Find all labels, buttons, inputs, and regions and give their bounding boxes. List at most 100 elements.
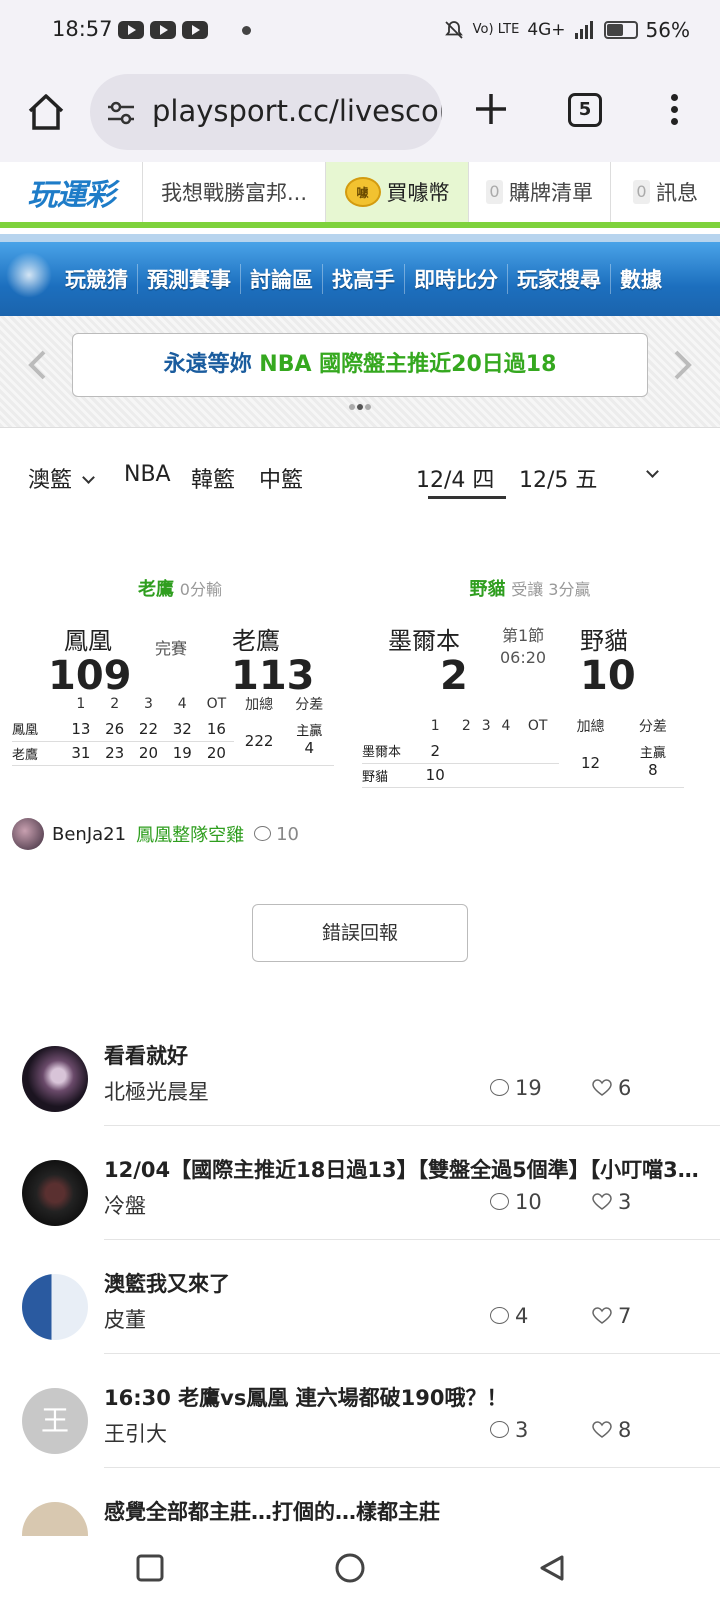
site-settings-icon[interactable] [106, 100, 136, 126]
spread-label: 主贏 [639, 745, 666, 761]
list-item[interactable]: 看看就好 北極光晨星 19 6 [0, 1012, 720, 1126]
comment-text: 鳳凰整隊空雞 [136, 825, 245, 846]
total-score: 12 [559, 739, 622, 788]
comment-icon [490, 1307, 509, 1324]
comment-icon [490, 1421, 509, 1438]
col-header: OT [527, 718, 548, 734]
home-team: 墨爾本 [388, 627, 460, 655]
menu-item-forum[interactable]: 討論區 [241, 264, 323, 294]
post-title: 感覺全部都主莊…打個的…樣都主莊 [104, 1500, 440, 1524]
quarter-score [496, 763, 516, 788]
quarter-score [456, 763, 477, 788]
report-error-button[interactable]: 錯誤回報 [252, 904, 468, 962]
back-icon[interactable] [538, 1554, 566, 1582]
banner-next-icon[interactable] [672, 349, 694, 381]
row-team: 鳳凰 [12, 717, 64, 742]
quarter-score [496, 739, 516, 764]
home-team: 鳳凰 [64, 627, 112, 655]
battery-icon [603, 21, 638, 39]
avatar [12, 818, 44, 850]
quarter-score: 10 [414, 763, 457, 788]
quarter-score: 2 [414, 739, 457, 764]
col-header: 加總 [245, 697, 274, 713]
banner-link[interactable]: 永遠等妳 NBA 國際盤主推近20日過18 [72, 333, 648, 397]
site-logo[interactable]: 玩運彩 [0, 162, 143, 222]
post-likes: 3 [592, 1190, 631, 1214]
menu-item-guess[interactable]: 玩競猜 [56, 264, 138, 294]
tab-switcher-button[interactable]: 5 [568, 93, 602, 127]
quarter-score [515, 763, 560, 788]
date-tab-next[interactable]: 12/5 五 [519, 462, 597, 494]
banner-prev-icon[interactable] [26, 349, 48, 381]
address-bar[interactable]: playsport.cc/livescore [90, 74, 442, 150]
heart-icon [592, 1307, 612, 1324]
list-item[interactable]: 王 16:30 老鷹vs鳳凰 連六場都破190哦？！ 王引大 3 8 [0, 1354, 720, 1468]
col-header: 3 [481, 718, 491, 734]
menu-item-experts[interactable]: 找高手 [323, 264, 405, 294]
signal-icon [574, 21, 593, 39]
avatar-letter: 王 [40, 1404, 69, 1437]
buy-coin-label: 買噱幣 [386, 181, 450, 205]
message-count-badge: 0 [633, 180, 650, 204]
quarter-score: 22 [131, 717, 166, 742]
quarter-score [476, 763, 497, 788]
latest-comment-row[interactable]: BenJa21 鳳凰整隊空雞 10 [12, 816, 299, 852]
date-dropdown[interactable] [636, 462, 659, 487]
list-item[interactable]: 感覺全部都主莊…打個的…樣都主莊 [0, 1468, 720, 1536]
more-menu-icon[interactable] [668, 94, 680, 128]
list-item[interactable]: 12/04【國際主推近18日過13】【雙盤全過5個準】【小叮噹3連過】 冷盤 1… [0, 1126, 720, 1240]
messages-link[interactable]: 0 訊息 [611, 162, 720, 222]
col-header: 4 [501, 718, 511, 734]
spread-value: 8 [648, 760, 658, 779]
youtube-notification-icon [118, 21, 144, 39]
cart-count-badge: 0 [486, 180, 503, 204]
game-card-2[interactable]: 野貓 受讓 3分贏 墨爾本 第1節 06:20 野貓 2 10 1 2 3 4 O… [360, 575, 700, 795]
game1-quarter-table: 1 2 3 4 OT 加總 分差 鳳凰 13 26 22 32 16 222 主… [12, 691, 334, 766]
date-tab-active[interactable]: 12/4 四 [416, 462, 494, 494]
buy-coin-button[interactable]: 噱 買噱幣 [326, 162, 469, 222]
row-team: 野貓 [362, 763, 414, 788]
comment-count: 19 [515, 1076, 542, 1100]
main-menu: 玩競猜 預測賽事 討論區 找高手 即時比分 玩家搜尋 數據 [0, 234, 720, 316]
league-tab-kbl[interactable]: 韓籃 [191, 462, 235, 494]
recents-icon[interactable] [136, 1554, 164, 1582]
post-likes: 6 [592, 1076, 631, 1100]
comment-count: 4 [515, 1304, 529, 1328]
list-item[interactable]: 澳籃我又來了 皮董 4 7 [0, 1240, 720, 1354]
period-label: 第1節 [501, 626, 545, 645]
banner-pager [349, 404, 371, 410]
game-card-1[interactable]: 老鷹 0分輸 鳳凰 完賽 老鷹 109 113 1 2 3 4 OT 加總 分差… [10, 575, 350, 775]
post-comments: 4 [490, 1304, 528, 1328]
col-header: 2 [110, 696, 120, 712]
new-tab-icon[interactable] [474, 92, 508, 126]
league-dropdown[interactable]: 澳籃 [28, 462, 95, 494]
menu-item-stats[interactable]: 數據 [611, 264, 671, 294]
heart-icon [592, 1079, 612, 1096]
menu-item-predict[interactable]: 預測賽事 [138, 264, 241, 294]
quarter-score: 23 [97, 741, 132, 766]
site-top-nav: 玩運彩 我想戰勝富邦... 噱 買噱幣 0 購牌清單 0 訊息 [0, 162, 720, 228]
like-count: 7 [618, 1304, 632, 1328]
league-tab-nba[interactable]: NBA [124, 462, 171, 487]
promo-link[interactable]: 我想戰勝富邦... [143, 162, 326, 222]
clock: 18:57 [52, 17, 113, 41]
game-period: 第1節 06:20 [500, 625, 546, 669]
game-status: 完賽 [155, 639, 188, 658]
system-nav-bar [0, 1536, 720, 1612]
menu-item-livescore[interactable]: 即時比分 [405, 264, 508, 294]
youtube-notification-icon [182, 21, 208, 39]
comment-count: 10 [254, 824, 299, 845]
cart-label: 購牌清單 [509, 181, 593, 205]
home-icon[interactable] [24, 90, 68, 134]
home-nav-icon[interactable] [334, 1552, 366, 1584]
quarter-score: 32 [165, 717, 200, 742]
menu-item-player-search[interactable]: 玩家搜尋 [508, 264, 611, 294]
post-title: 12/04【國際主推近18日過13】【雙盤全過5個準】【小叮噹3連過】 [104, 1158, 704, 1182]
pick-result: 0分輸 [179, 580, 222, 599]
cart-link[interactable]: 0 購牌清單 [469, 162, 611, 222]
browser-toolbar: playsport.cc/livescore 5 [0, 62, 720, 162]
col-header: OT [206, 696, 227, 712]
col-header: 分差 [638, 719, 667, 735]
league-tab-cba[interactable]: 中籃 [259, 462, 303, 494]
col-header: 2 [461, 718, 471, 734]
